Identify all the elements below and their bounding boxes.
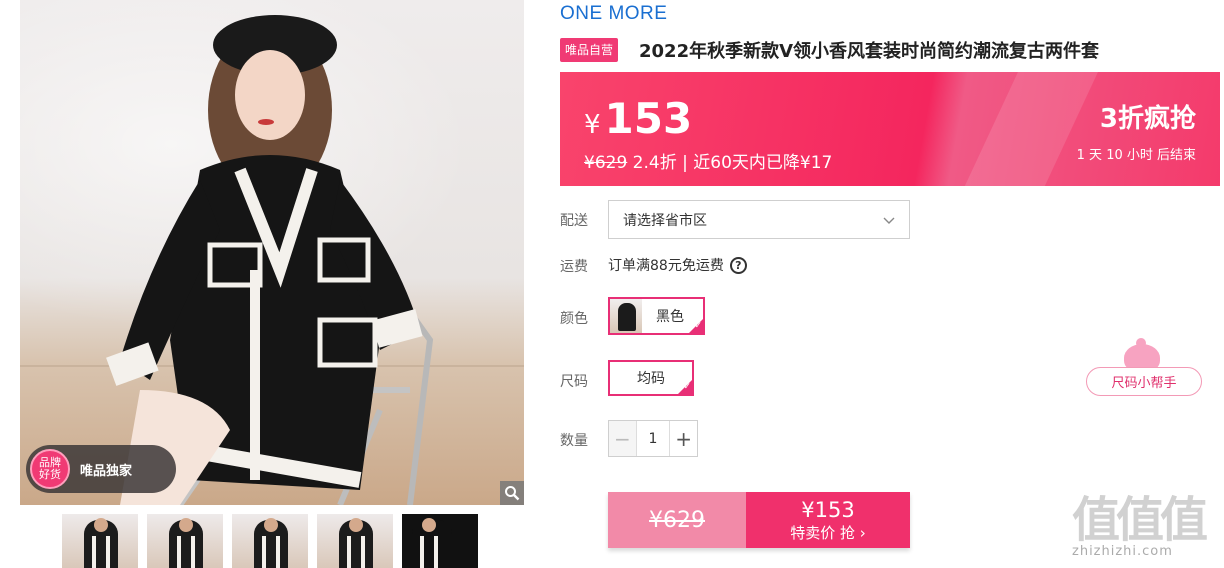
brand-link[interactable]: ONE MORE xyxy=(560,3,667,25)
color-option-label: 黑色 xyxy=(656,309,684,325)
delivery-label: 配送 xyxy=(560,213,588,229)
price-panel-decoration xyxy=(952,72,1108,186)
region-select[interactable]: 请选择省市区 xyxy=(608,200,910,239)
shipping-text: 订单满88元免运费 xyxy=(608,258,724,274)
size-option-one-size[interactable]: 均码 ✓ xyxy=(608,360,694,396)
check-icon: ✓ xyxy=(694,321,702,331)
thumbnail-strip xyxy=(62,514,478,568)
price-value: 153 xyxy=(604,94,693,143)
buy-sale-section: ¥153 特卖价 抢 › xyxy=(746,492,910,548)
color-label: 颜色 xyxy=(560,311,588,327)
buy-label: 特卖价 抢 › xyxy=(790,523,866,542)
quantity-plus-button[interactable]: + xyxy=(669,421,697,456)
color-option-black[interactable]: 黑色 ✓ xyxy=(608,297,705,335)
color-thumbnail xyxy=(610,299,642,333)
check-icon: ✓ xyxy=(683,382,691,392)
thumbnail-3[interactable] xyxy=(232,514,308,568)
size-helper-label: 尺码小帮手 xyxy=(1086,367,1202,396)
thumbnail-5[interactable] xyxy=(402,514,478,568)
thumbnail-2[interactable] xyxy=(147,514,223,568)
shipping-label: 运费 xyxy=(560,259,588,275)
original-price: ¥629 xyxy=(584,153,628,173)
buy-sale-price: ¥153 xyxy=(801,497,855,522)
currency-symbol: ¥ xyxy=(584,110,601,140)
brand-exclusive-badge: 品牌 好货 唯品独家 xyxy=(26,445,176,493)
size-option-label: 均码 xyxy=(637,371,665,387)
quantity-label: 数量 xyxy=(560,433,588,449)
question-circle-icon[interactable]: ? xyxy=(729,256,747,274)
shipping-info: 订单满88元免运费 ? xyxy=(608,255,747,275)
size-helper-button[interactable]: 尺码小帮手 xyxy=(1086,338,1204,398)
product-title: 2022年秋季新款V领小香风套装时尚简约潮流复古两件套 xyxy=(639,41,1100,62)
self-operated-tag: 唯品自营 xyxy=(560,38,619,62)
quantity-minus-button[interactable]: − xyxy=(609,421,637,456)
promo-label: 3折疯抢 xyxy=(1099,104,1196,134)
model-photo xyxy=(106,15,434,505)
price-details: ¥629 2.4折 | 近60天内已降¥17 xyxy=(584,148,832,173)
quantity-stepper: − 1 + xyxy=(608,420,698,457)
current-price: ¥ 153 xyxy=(584,94,692,143)
discount-rate: 2.4折 xyxy=(632,153,677,173)
watermark: 值值值 zhizhizhi.com xyxy=(1072,480,1222,568)
chevron-down-icon xyxy=(883,217,895,224)
countdown-timer: 1 天 10 小时 后结束 xyxy=(1076,148,1196,163)
magnifier-icon[interactable] xyxy=(500,481,524,505)
product-main-image[interactable]: 品牌 好货 唯品独家 xyxy=(20,0,524,505)
price-panel: ¥ 153 ¥629 2.4折 | 近60天内已降¥17 3折疯抢 1 天 10… xyxy=(560,72,1220,186)
badge-text: 唯品独家 xyxy=(80,463,133,479)
size-label: 尺码 xyxy=(560,374,588,390)
price-separator: | xyxy=(682,153,688,173)
quantity-value[interactable]: 1 xyxy=(637,421,670,456)
buy-original-price: ¥629 xyxy=(608,492,746,548)
region-select-value: 请选择省市区 xyxy=(623,212,707,229)
thumbnail-1[interactable] xyxy=(62,514,138,568)
watermark-logo: 值值值 xyxy=(1072,492,1208,548)
quality-badge-icon: 品牌 好货 xyxy=(30,449,70,489)
buy-button[interactable]: ¥629 ¥153 特卖价 抢 › xyxy=(608,492,910,548)
recent-price-drop: 近60天内已降¥17 xyxy=(693,153,833,173)
badge-line2: 好货 xyxy=(39,468,61,481)
thumbnail-4[interactable] xyxy=(317,514,393,568)
